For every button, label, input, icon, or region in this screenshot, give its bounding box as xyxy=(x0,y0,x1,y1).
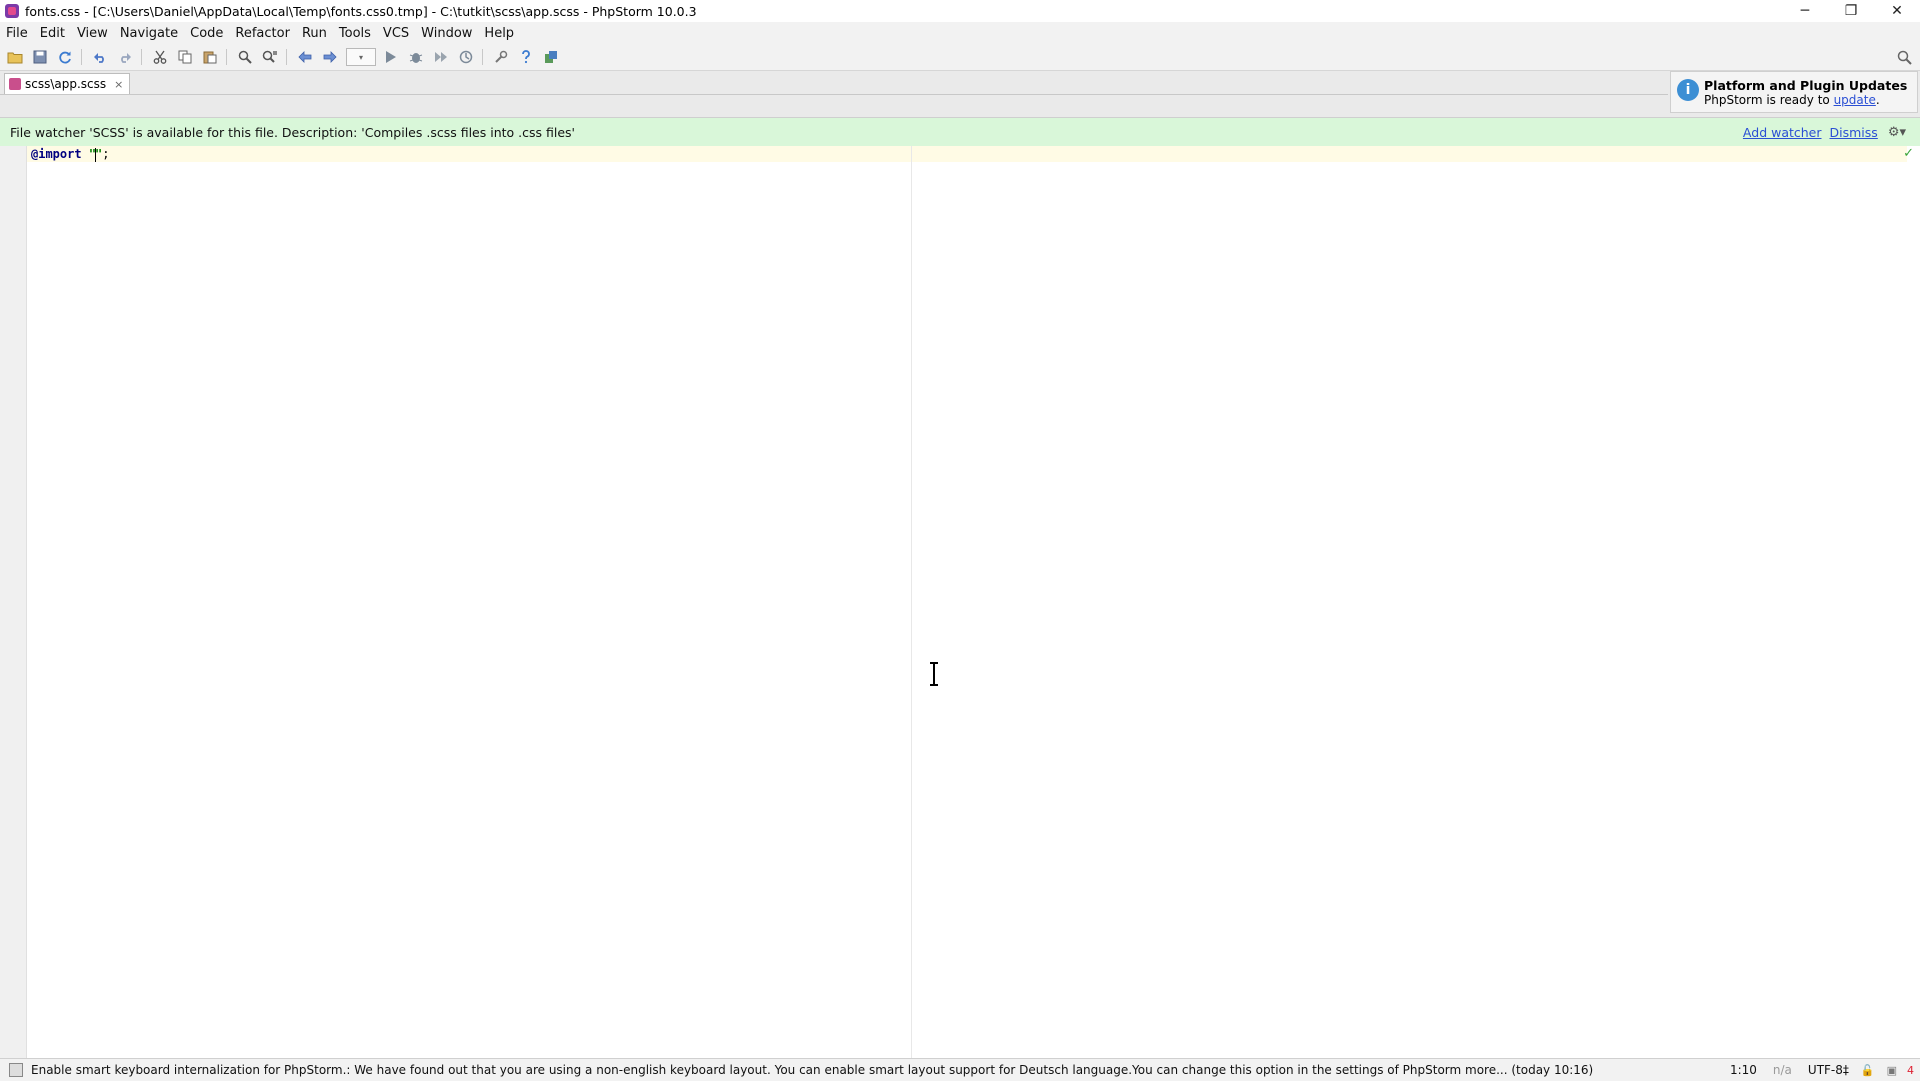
run-configuration-dropdown[interactable]: ▾ xyxy=(346,48,376,66)
update-notification[interactable]: i Platform and Plugin Updates PhpStorm i… xyxy=(1670,71,1918,113)
phpstorm-icon xyxy=(5,4,19,18)
profile-icon[interactable] xyxy=(456,47,476,67)
code-line-1[interactable]: @import ""; xyxy=(31,146,110,162)
notification-body: PhpStorm is ready to update. xyxy=(1704,93,1880,107)
update-link[interactable]: update xyxy=(1834,93,1876,107)
no-problems-check-icon: ✓ xyxy=(1903,146,1914,161)
banner-actions: Add watcher Dismiss ⚙▾ xyxy=(1735,118,1906,146)
toolbar-separator xyxy=(482,49,483,65)
forward-icon[interactable] xyxy=(320,47,340,67)
semicolon: ; xyxy=(102,147,110,161)
tool-windows-icon[interactable] xyxy=(9,1063,23,1077)
mouse-ibeam-cursor-icon xyxy=(928,662,940,690)
redo-icon[interactable] xyxy=(115,47,135,67)
info-icon: i xyxy=(1677,79,1699,101)
menu-code[interactable]: Code xyxy=(184,26,229,41)
toolbar-separator xyxy=(141,49,142,65)
menu-view[interactable]: View xyxy=(71,26,114,41)
dismiss-link[interactable]: Dismiss xyxy=(1830,125,1878,140)
copy-icon[interactable] xyxy=(175,47,195,67)
encoding-indicator[interactable]: UTF-8‡ xyxy=(1808,1063,1849,1077)
import-keyword: @import xyxy=(31,147,82,161)
menu-tools[interactable]: Tools xyxy=(333,26,377,41)
coverage-icon[interactable] xyxy=(431,47,451,67)
file-watcher-banner: File watcher 'SCSS' is available for thi… xyxy=(0,118,1920,146)
window-title: fonts.css - [C:\Users\Daniel\AppData\Loc… xyxy=(25,3,697,19)
menu-file[interactable]: File xyxy=(0,26,34,41)
tab-label: scss\app.scss xyxy=(25,77,107,91)
run-icon[interactable] xyxy=(381,47,401,67)
menu-navigate[interactable]: Navigate xyxy=(114,26,184,41)
line-separator-indicator[interactable]: n/a xyxy=(1773,1063,1792,1077)
replace-icon[interactable] xyxy=(260,47,280,67)
gear-icon[interactable]: ⚙▾ xyxy=(1888,125,1906,140)
menu-bar: File Edit View Navigate Code Refactor Ru… xyxy=(0,22,1920,44)
current-line-highlight xyxy=(27,146,1907,162)
file-watcher-message: File watcher 'SCSS' is available for thi… xyxy=(10,124,575,140)
sync-icon[interactable] xyxy=(55,47,75,67)
menu-help[interactable]: Help xyxy=(478,26,520,41)
plugin-icon[interactable] xyxy=(541,47,561,67)
back-icon[interactable] xyxy=(295,47,315,67)
editor-gutter[interactable] xyxy=(0,146,27,1058)
open-folder-icon[interactable] xyxy=(5,47,25,67)
main-toolbar: ▾ xyxy=(0,44,1920,71)
window-controls: ─ ❐ ✕ xyxy=(1782,0,1920,22)
hector-icon[interactable]: ▣ xyxy=(1887,1064,1897,1077)
save-icon[interactable] xyxy=(30,47,50,67)
status-message[interactable]: Enable smart keyboard internalization fo… xyxy=(31,1063,1593,1077)
notification-body-text: PhpStorm is ready to xyxy=(1704,93,1834,107)
tab-app-scss[interactable]: scss\app.scss × xyxy=(4,73,131,94)
help-icon[interactable] xyxy=(516,47,536,67)
toolbar-separator xyxy=(81,49,82,65)
notification-body-suffix: . xyxy=(1875,93,1880,107)
add-watcher-link[interactable]: Add watcher xyxy=(1743,125,1822,140)
tab-close-icon[interactable]: × xyxy=(114,78,123,91)
caret-position[interactable]: 1:10 xyxy=(1730,1063,1757,1077)
editor-tab-bar: scss\app.scss × xyxy=(0,71,1920,118)
scss-file-icon xyxy=(9,78,21,90)
status-widgets: 1:10 n/a UTF-8‡ 🔓 ▣ 4 xyxy=(1714,1059,1914,1081)
lock-icon[interactable]: 🔓 xyxy=(1861,1064,1875,1077)
toolbar-separator xyxy=(286,49,287,65)
settings-icon[interactable] xyxy=(491,47,511,67)
find-icon[interactable] xyxy=(235,47,255,67)
search-everywhere-icon[interactable] xyxy=(1894,47,1914,67)
right-margin-guide xyxy=(911,146,912,1058)
code-editor[interactable]: @import ""; ✓ xyxy=(0,146,1920,1058)
tab-strip-divider xyxy=(0,94,1668,95)
undo-icon[interactable] xyxy=(90,47,110,67)
menu-run[interactable]: Run xyxy=(296,26,333,41)
minimize-button[interactable]: ─ xyxy=(1782,0,1828,22)
restore-button[interactable]: ❐ xyxy=(1828,0,1874,22)
toolbar-separator xyxy=(226,49,227,65)
menu-vcs[interactable]: VCS xyxy=(377,26,415,41)
menu-refactor[interactable]: Refactor xyxy=(229,26,296,41)
debug-icon[interactable] xyxy=(406,47,426,67)
menu-window[interactable]: Window xyxy=(415,26,478,41)
status-bar: Enable smart keyboard internalization fo… xyxy=(0,1058,1920,1081)
event-log-errors-icon[interactable]: 4 xyxy=(1907,1064,1914,1077)
cut-icon[interactable] xyxy=(150,47,170,67)
paste-icon[interactable] xyxy=(200,47,220,67)
title-bar: fonts.css - [C:\Users\Daniel\AppData\Loc… xyxy=(0,0,1920,22)
menu-edit[interactable]: Edit xyxy=(34,26,71,41)
notification-title: Platform and Plugin Updates xyxy=(1704,78,1908,93)
close-window-button[interactable]: ✕ xyxy=(1874,0,1920,22)
